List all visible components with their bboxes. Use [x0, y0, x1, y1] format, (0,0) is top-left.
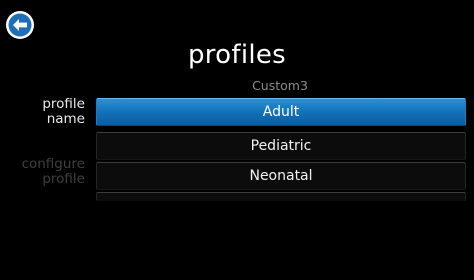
profile-name-label: profile name — [42, 97, 85, 127]
picker-item-empty[interactable] — [96, 192, 466, 201]
picker-item-label: Pediatric — [250, 138, 312, 154]
picker-item-label: Neonatal — [249, 168, 313, 184]
picker-item-selected[interactable]: Adult — [96, 98, 466, 126]
profile-name-label-text: profile name — [42, 96, 85, 127]
profile-picker[interactable]: Custom3 Adult Pediatric Neonatal — [96, 78, 466, 201]
picker-item[interactable]: Neonatal — [96, 162, 466, 190]
back-button[interactable] — [5, 10, 35, 40]
picker-item[interactable]: Pediatric — [96, 132, 466, 160]
arrow-left-circle-icon — [6, 11, 34, 39]
page-title: profiles — [187, 40, 287, 70]
configure-profile-label-text: configure profile — [21, 156, 85, 187]
picker-item-label: Custom3 — [252, 77, 308, 93]
configure-profile-label: configure profile — [22, 157, 85, 187]
picker-item-partial[interactable]: Custom3 — [96, 72, 464, 93]
picker-item-label: Adult — [262, 104, 300, 120]
profiles-screen: profiles profile name configure profile … — [0, 0, 474, 280]
